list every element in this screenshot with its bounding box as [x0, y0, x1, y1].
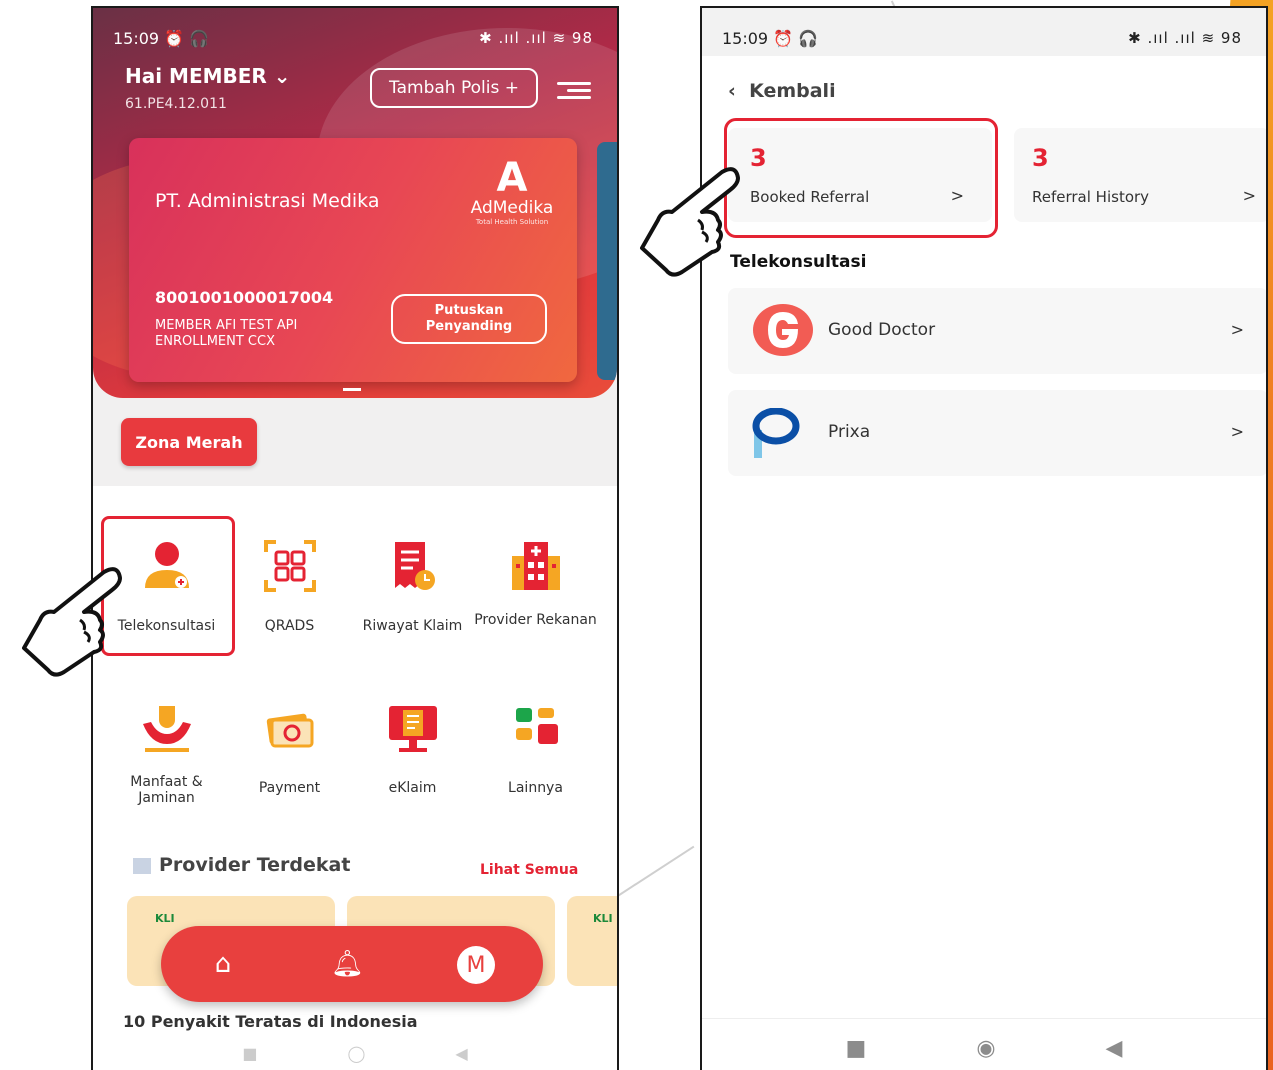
menu-eklaim[interactable]: eKlaim — [351, 680, 474, 820]
hospital-icon — [511, 542, 560, 590]
putuskan-penyanding-button[interactable]: Putuskan Penyanding — [391, 294, 547, 344]
pointing-hand-icon — [22, 567, 122, 677]
menu-label: Riwayat Klaim — [362, 618, 463, 634]
next-card-peek[interactable] — [597, 142, 617, 380]
provider-card[interactable]: KLI — [567, 896, 617, 986]
member-greeting-dropdown[interactable]: Hai MEMBER ⌄ — [125, 64, 291, 88]
menu-label: Payment — [258, 780, 321, 796]
provider-name: Prixa — [828, 422, 871, 442]
home-circle-icon[interactable]: ◯ — [347, 1044, 365, 1063]
prixa-logo-icon — [752, 408, 800, 458]
menu-lainnya[interactable]: Lainnya — [474, 680, 597, 820]
menu-payment[interactable]: Payment — [228, 680, 351, 820]
provider-terdekat-heading: Provider Terdekat — [133, 854, 350, 876]
card-number: 8001001000017004 — [155, 288, 334, 307]
home-circle-icon[interactable]: ◉ — [976, 1036, 995, 1061]
status-icons: ✱ .ııl .ııl ≋ 98 — [1128, 29, 1242, 47]
good-doctor-logo-icon — [753, 304, 813, 356]
tambah-polis-button[interactable]: Tambah Polis + — [370, 68, 538, 108]
home-screen-phone: 15:09 ⏰ 🎧 ✱ .ııl .ııl ≋ 98 Hai MEMBER ⌄ … — [91, 6, 619, 1070]
decorative-line — [609, 845, 695, 902]
referral-history-label: Referral History — [1032, 188, 1150, 206]
grid-apps-icon — [515, 708, 558, 744]
carousel-indicator — [343, 388, 361, 391]
qr-code-icon — [263, 540, 316, 592]
highlight-box-booked-referral — [724, 118, 998, 238]
back-triangle-icon[interactable]: ◀ — [455, 1044, 467, 1063]
chevron-left-icon: ‹ — [728, 80, 750, 102]
hands-shield-icon — [142, 706, 191, 752]
receipt-clock-icon — [394, 542, 435, 590]
home-icon[interactable]: ⌂ — [207, 948, 239, 980]
lihat-semua-link[interactable]: Lihat Semua — [480, 862, 578, 878]
menu-label: QRADS — [264, 618, 315, 634]
system-nav-bar: ■ ◯ ◀ — [93, 1038, 617, 1068]
provider-prixa[interactable]: Prixa > — [728, 390, 1266, 476]
status-icons: ✱ .ııl .ııl ≋ 98 — [479, 29, 593, 47]
slide: 15:09 ⏰ 🎧 ✱ .ııl .ııl ≋ 98 Hai MEMBER ⌄ … — [0, 0, 1273, 1070]
zona-merah-button[interactable]: Zona Merah — [121, 418, 257, 466]
system-nav-bar: ■ ◉ ◀ — [702, 1018, 1266, 1070]
menu-label: Lainnya — [508, 780, 563, 796]
provider-title: Provider Terdekat — [159, 854, 351, 876]
status-time: 15:09 ⏰ 🎧 — [722, 28, 819, 48]
provider-card-label: KLI — [155, 912, 175, 925]
member-id: 61.PE4.12.011 — [125, 96, 227, 112]
menu-label: eKlaim — [388, 780, 437, 796]
menu-qrads[interactable]: QRADS — [228, 518, 351, 658]
recent-apps-icon[interactable]: ■ — [846, 1036, 867, 1061]
top-diseases-heading: 10 Penyakit Teratas di Indonesia — [123, 1012, 418, 1031]
monitor-document-icon — [388, 706, 437, 752]
chevron-right-icon: > — [1230, 320, 1244, 339]
status-time: 15:09 ⏰ 🎧 — [113, 28, 210, 48]
membership-card[interactable]: PT. Administrasi Medika A AdMedika Total… — [129, 138, 577, 382]
back-triangle-icon[interactable]: ◀ — [1106, 1036, 1123, 1061]
menu-label: Manfaat & Jaminan — [130, 774, 203, 806]
hamburger-menu-icon[interactable] — [557, 78, 591, 102]
status-bar: 15:09 ⏰ 🎧 ✱ .ııl .ııl ≋ 98 — [113, 26, 593, 50]
bottom-nav-bar: ⌂ 🔔︎ M — [161, 926, 543, 1002]
building-icon — [133, 857, 151, 874]
pointing-hand-icon — [640, 167, 740, 277]
status-bar: 15:09 ⏰ 🎧 ✱ .ııl .ııl ≋ 98 — [722, 26, 1242, 50]
back-label: Kembali — [749, 80, 836, 102]
recent-apps-icon[interactable]: ■ — [242, 1044, 257, 1063]
provider-good-doctor[interactable]: Good Doctor > — [728, 288, 1266, 374]
telekonsultasi-screen-phone: 15:09 ⏰ 🎧 ✱ .ııl .ııl ≋ 98 ‹ Kembali 3 B… — [700, 6, 1268, 1070]
provider-name: Good Doctor — [828, 320, 936, 340]
menu-provider-rekanan[interactable]: Provider Rekanan — [474, 518, 597, 658]
chevron-right-icon: > — [1230, 422, 1244, 441]
menu-riwayat-klaim[interactable]: Riwayat Klaim — [351, 518, 474, 658]
profile-avatar-button[interactable]: M — [457, 946, 495, 984]
bell-icon[interactable]: 🔔︎ — [331, 948, 364, 980]
provider-card-label: KLI — [593, 912, 613, 925]
money-icon — [266, 713, 313, 748]
card-company: PT. Administrasi Medika — [155, 190, 380, 212]
menu-label: Provider Rekanan — [474, 612, 597, 628]
admedika-logo: A AdMedika Total Health Solution — [467, 158, 557, 238]
back-button[interactable]: ‹ Kembali — [728, 80, 836, 102]
card-holder: MEMBER AFI TEST API ENROLLMENT CCX — [155, 318, 298, 349]
logo-tag: Total Health Solution — [475, 218, 549, 226]
hero-header: 15:09 ⏰ 🎧 ✱ .ııl .ııl ≋ 98 Hai MEMBER ⌄ … — [93, 8, 617, 398]
menu-manfaat-jaminan[interactable]: Manfaat & Jaminan — [105, 680, 228, 820]
logo-letter: A — [496, 155, 528, 201]
chevron-right-icon: > — [1242, 186, 1256, 205]
logo-name: AdMedika — [470, 198, 554, 218]
referral-history-card[interactable]: 3 Referral History > — [1014, 128, 1266, 222]
referral-history-count: 3 — [1032, 144, 1049, 172]
